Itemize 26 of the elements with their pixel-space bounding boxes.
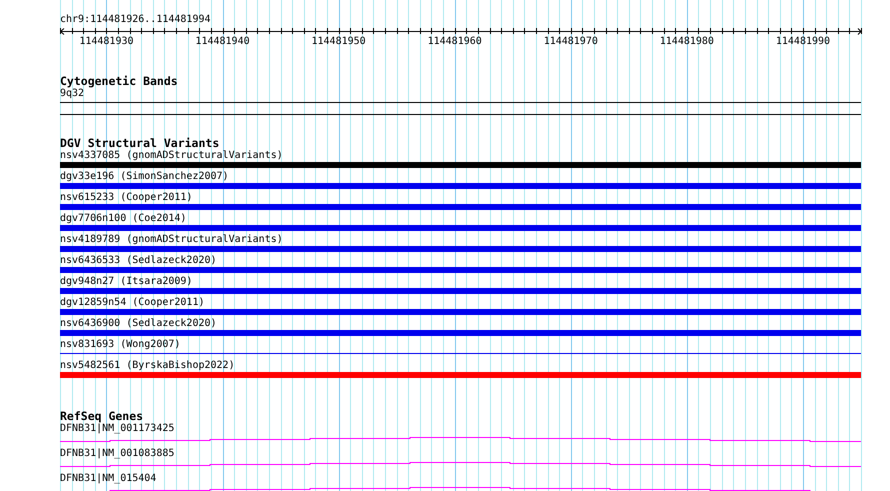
ruler-label: 114481940 — [195, 36, 250, 47]
feature-label: dgv948n27 (Itsara2009) — [60, 275, 192, 288]
feature-label: nsv6436900 (Sedlazeck2020) — [60, 317, 217, 330]
feature-label: DFNB31|NM_001083885 — [60, 447, 174, 460]
ruler-label: 114481960 — [428, 36, 482, 47]
feature-label: 9q32 — [60, 88, 84, 100]
location-text: chr9:114481926..114481994 — [60, 14, 211, 26]
ruler-label: 114481990 — [776, 36, 830, 47]
ruler-label: 114481970 — [544, 36, 598, 47]
track-title: RefSeq Genes — [60, 410, 144, 422]
feature-label: nsv4337085 (gnomADStructuralVariants) — [60, 149, 283, 162]
feature-label: nsv615233 (Cooper2011) — [60, 191, 192, 204]
feature-label: dgv33e196 (SimonSanchez2007) — [60, 170, 229, 183]
feature-label: nsv831693 (Wong2007) — [60, 338, 180, 351]
ruler-label: 114481980 — [660, 36, 714, 47]
track-title: DGV Structural Variants — [60, 137, 220, 149]
feature-label: nsv5482561 (ByrskaBishop2022) — [60, 359, 235, 372]
feature-label: nsv6436533 (Sedlazeck2020) — [60, 254, 217, 267]
feature-label: DFNB31|NM_001173425 — [60, 422, 174, 435]
feature-label: DFNB31|NM_015404 — [60, 472, 156, 485]
feature-label: dgv12859n54 (Cooper2011) — [60, 296, 204, 309]
track-title: Cytogenetic Bands — [60, 75, 178, 87]
feature-label: dgv7706n100 (Coe2014) — [60, 212, 186, 225]
ruler-label: 114481950 — [312, 36, 366, 47]
feature-label: nsv4189789 (gnomADStructuralVariants) — [60, 233, 283, 246]
ruler-label: 114481930 — [79, 36, 134, 47]
